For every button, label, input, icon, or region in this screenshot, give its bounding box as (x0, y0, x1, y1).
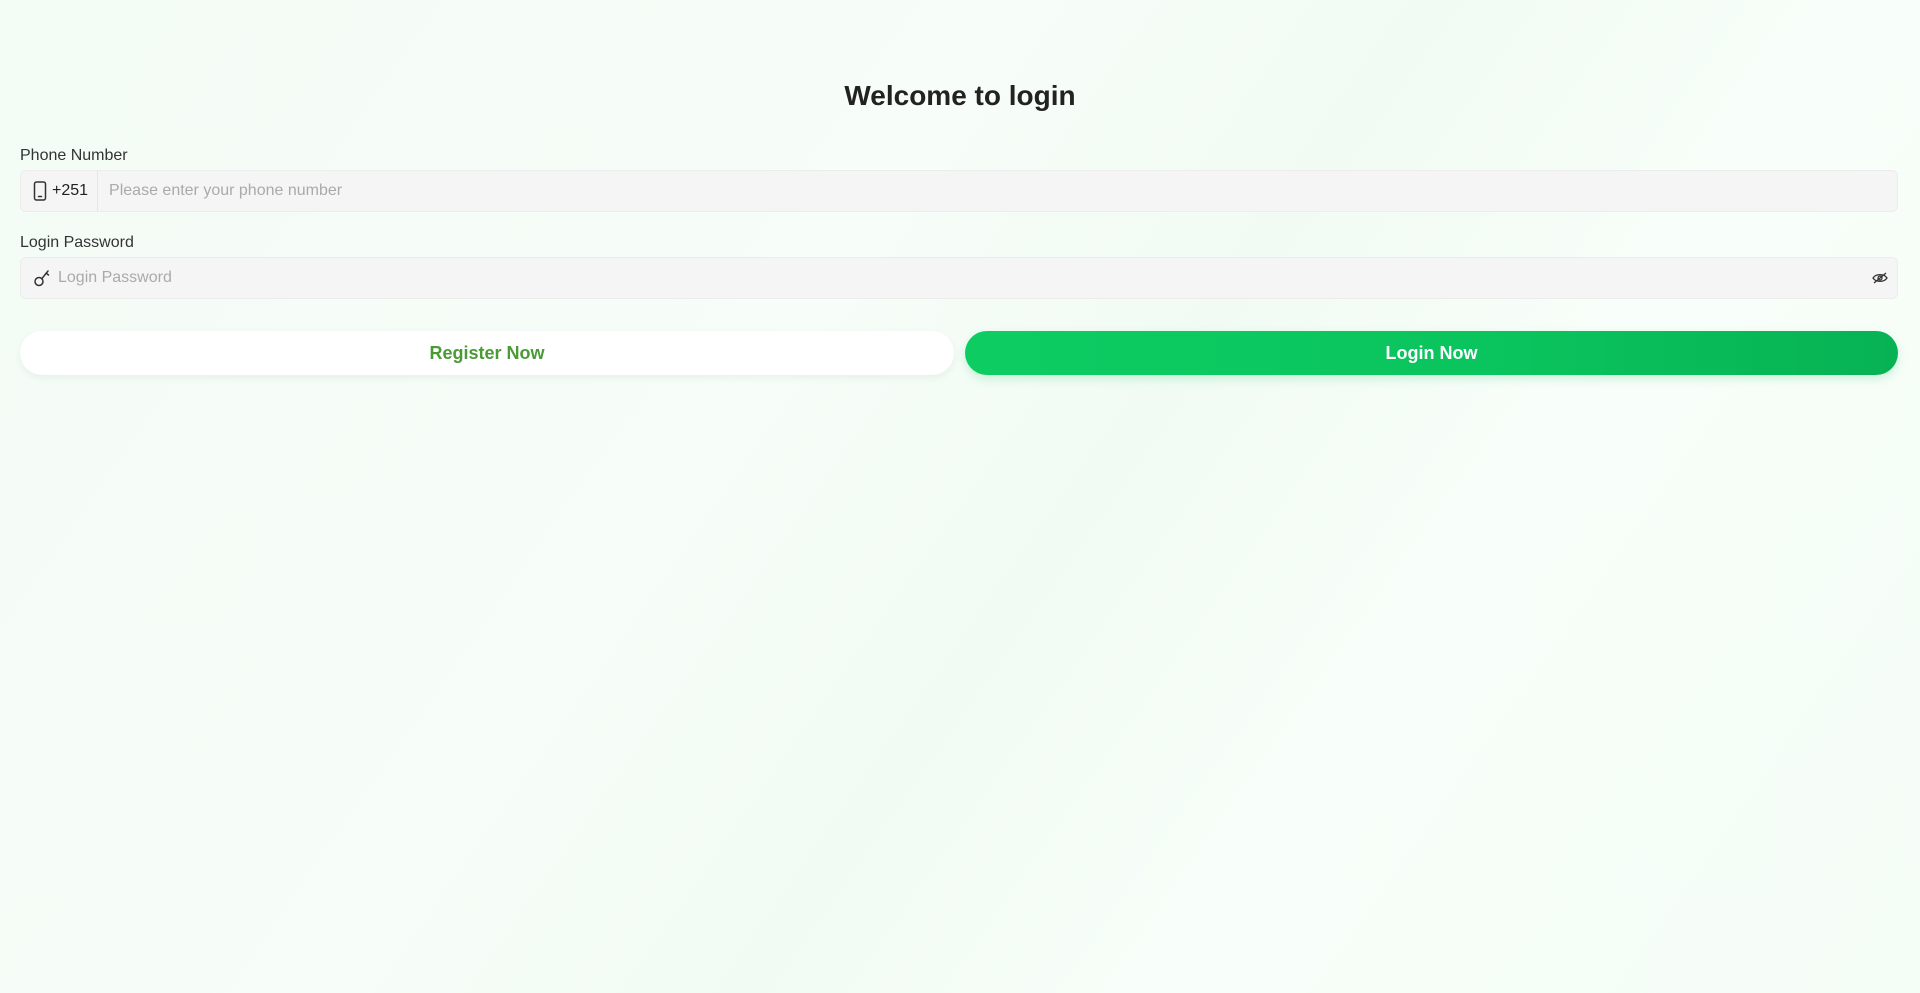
login-now-button[interactable]: Login Now (965, 331, 1898, 375)
page-title: Welcome to login (844, 80, 1076, 111)
country-code-prefix[interactable]: +251 (21, 171, 99, 211)
phone-number-input[interactable]: Please enter your phone number (98, 182, 1897, 200)
eye-icon[interactable] (1872, 272, 1888, 284)
phone-number-field[interactable]: +251 Please enter your phone number (20, 170, 1898, 212)
login-password-label: Login Password (20, 234, 134, 251)
login-password-input[interactable]: Login Password (51, 269, 1872, 287)
login-page: Welcome to login Phone Number +251 Pleas… (0, 0, 1920, 993)
phone-number-label: Phone Number (20, 147, 128, 164)
key-icon (33, 268, 51, 288)
phone-icon (33, 181, 47, 201)
login-password-field[interactable]: Login Password (20, 257, 1898, 299)
register-now-button[interactable]: Register Now (20, 331, 954, 375)
country-code: +251 (52, 182, 89, 199)
